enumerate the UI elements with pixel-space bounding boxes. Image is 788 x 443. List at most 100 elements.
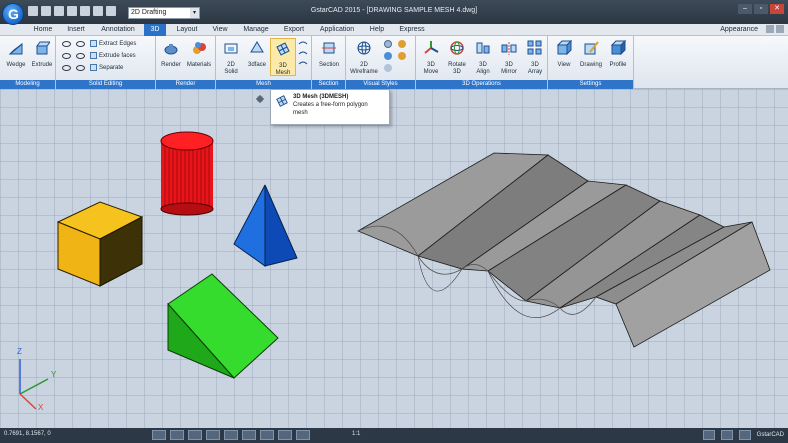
tab-annotation[interactable]: Annotation [94, 24, 142, 36]
rotate-3d-button[interactable]: Rotate 3D [444, 38, 470, 76]
3dface-button[interactable]: 3dface [244, 38, 270, 76]
eye-icon[interactable] [62, 53, 71, 59]
surface-tools-icon[interactable] [298, 40, 308, 70]
extrude-button[interactable]: Extrude [29, 38, 55, 76]
panel-visual-styles: 2D Wireframe Visual Styles [346, 36, 416, 89]
profile-button[interactable]: Profile [605, 38, 631, 76]
workspace-switch-icon[interactable] [702, 430, 715, 440]
cube-solid[interactable] [56, 201, 144, 287]
panel-settings: View Drawing Profile Settings [548, 36, 634, 89]
ortho-toggle-icon[interactable] [188, 430, 202, 440]
3d-align-line2: Align [476, 69, 490, 75]
3d-move-line1: 3D [427, 62, 435, 68]
mesh-grid-icon [276, 95, 288, 107]
drawing-viewport[interactable]: Z Y X [0, 89, 788, 428]
tooltip-line1: Creates a free-form polygon [293, 102, 368, 108]
appearance-menu[interactable]: Appearance [720, 24, 758, 36]
eye-icon[interactable] [76, 41, 85, 47]
3d-align-button[interactable]: 3D Align [470, 38, 496, 76]
3d-mesh-line2: Mesh [275, 70, 291, 76]
3d-mesh-tooltip: 3D Mesh (3DMESH) Creates a free-form pol… [270, 89, 390, 125]
extrude-label: Extrude [31, 62, 53, 68]
tab-manage[interactable]: Manage [238, 24, 274, 36]
drawing-button[interactable]: Drawing [578, 38, 604, 76]
profile-cube-icon [610, 39, 627, 56]
window-title: GstarCAD 2015 - [DRAWING SAMPLE MESH 4.d… [310, 7, 478, 14]
tab-export[interactable]: Export [278, 24, 310, 36]
tab-view[interactable]: View [206, 24, 234, 36]
ribbon: Wedge Extrude Modeling Extract Edges Ext… [0, 36, 788, 89]
layout-space-icon[interactable] [296, 430, 310, 440]
render-label: Render [161, 62, 181, 68]
lineweight-toggle-icon[interactable] [260, 430, 274, 440]
pyramid-solid[interactable] [233, 184, 298, 267]
wedge-solid[interactable] [167, 273, 279, 379]
section-button[interactable]: Section [316, 38, 342, 76]
view-button[interactable]: View [551, 38, 577, 76]
mesh-surface[interactable] [357, 152, 771, 348]
ribbon-close-icon[interactable] [776, 25, 784, 33]
eye-icon[interactable] [76, 65, 85, 71]
tab-application[interactable]: Application [314, 24, 360, 36]
tab-help[interactable]: Help [364, 24, 390, 36]
section-label: Section [318, 62, 339, 68]
materials-button[interactable]: Materials [186, 38, 212, 76]
realistic-style-icon[interactable] [384, 64, 392, 72]
title-bar: 2D Drafting ▾ GstarCAD 2015 - [DRAWING S… [0, 0, 788, 25]
render-button[interactable]: Render [158, 38, 184, 76]
3d-mirror-button[interactable]: 3D Mirror [496, 38, 522, 76]
lock-icon[interactable] [720, 430, 733, 440]
2d-wireframe-line1: 2D [360, 62, 368, 68]
eye-icon[interactable] [62, 41, 71, 47]
close-button[interactable]: ✕ [770, 4, 784, 14]
panel-3d-operations: 3D Move Rotate 3D 3D Align 3D Mirror 3D … [416, 36, 548, 89]
shaded-style-icon[interactable] [384, 52, 392, 60]
polar-toggle-icon[interactable] [206, 430, 220, 440]
snap-toggle-icon[interactable] [152, 430, 166, 440]
ucs-z-label: Z [17, 347, 22, 356]
osnap-toggle-icon[interactable] [224, 430, 238, 440]
model-space-icon[interactable] [278, 430, 292, 440]
3d-move-button[interactable]: 3D Move [418, 38, 444, 76]
otrack-toggle-icon[interactable] [242, 430, 256, 440]
tab-layout[interactable]: Layout [170, 24, 204, 36]
fullscreen-icon[interactable] [738, 430, 751, 440]
extrude-faces-button[interactable]: Extrude faces [90, 51, 136, 61]
minimize-button[interactable]: – [738, 4, 752, 14]
separate-button[interactable]: Separate [90, 63, 123, 73]
tab-home[interactable]: Home [28, 24, 58, 36]
extract-edges-icon [90, 39, 97, 47]
3dface-icon [250, 41, 264, 53]
cylinder-solid[interactable] [160, 131, 214, 216]
tooltip-title: 3D Mesh (3DMESH) [293, 94, 349, 100]
app-logo-icon[interactable] [2, 3, 24, 25]
extrude-faces-label: Extrude faces [99, 53, 136, 59]
mesh-grid-icon [276, 42, 290, 56]
extract-edges-button[interactable]: Extract Edges [90, 39, 136, 49]
extract-edges-label: Extract Edges [99, 41, 137, 47]
2d-solid-line1: 2D [227, 62, 235, 68]
conceptual-style-icon[interactable] [398, 40, 406, 48]
3d-array-button[interactable]: 3D Array [522, 38, 548, 76]
2d-solid-button[interactable]: 2D Solid [218, 38, 244, 76]
align-icon [476, 42, 490, 54]
materials-icon [193, 42, 206, 54]
tab-3d[interactable]: 3D [144, 24, 166, 36]
tab-insert[interactable]: Insert [60, 24, 92, 36]
restore-button[interactable]: ▫ [754, 4, 768, 14]
tab-express[interactable]: Express [394, 24, 430, 36]
hidden-style-icon[interactable] [384, 40, 392, 48]
eye-icon[interactable] [76, 53, 85, 59]
wedge-button[interactable]: Wedge [3, 38, 29, 76]
grid-toggle-icon[interactable] [170, 430, 184, 440]
panel-mesh: 2D Solid 3dface 3D Mesh Mesh [216, 36, 312, 89]
2d-wireframe-button[interactable]: 2D Wireframe [348, 38, 380, 76]
gouraud-style-icon[interactable] [398, 52, 406, 60]
annotation-scale[interactable]: 1:1 [352, 431, 360, 437]
rotate-3d-line2: 3D [453, 69, 461, 75]
3d-mesh-button[interactable]: 3D Mesh [270, 38, 296, 76]
2d-wireframe-line2: Wireframe [350, 69, 378, 75]
array-icon [527, 40, 542, 55]
ribbon-minimize-icon[interactable] [766, 25, 774, 33]
eye-icon[interactable] [62, 65, 71, 71]
